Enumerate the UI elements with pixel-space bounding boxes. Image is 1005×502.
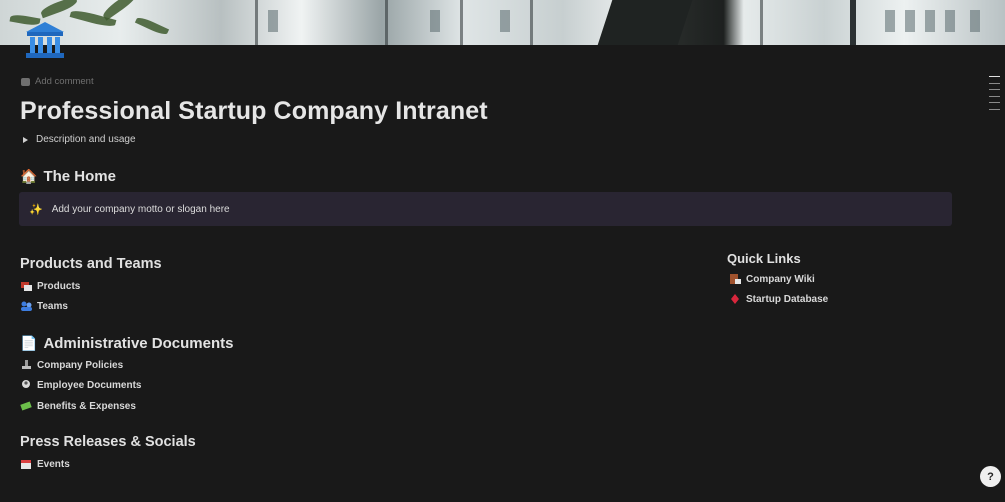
building-window — [905, 10, 915, 32]
cover-image[interactable] — [0, 0, 1005, 45]
link-products[interactable]: Products — [20, 280, 80, 292]
building-window — [970, 10, 980, 32]
window-frame — [850, 0, 856, 45]
help-button[interactable]: ? — [980, 466, 1001, 487]
link-label: Teams — [37, 300, 68, 312]
link-label: Company Wiki — [746, 273, 815, 285]
description-toggle[interactable]: Description and usage — [23, 134, 136, 145]
link-employee-documents[interactable]: Employee Documents — [20, 379, 141, 391]
building-window — [268, 10, 278, 32]
money-icon — [20, 400, 33, 412]
building-window — [430, 10, 440, 32]
building-window — [885, 10, 895, 32]
link-label: Products — [37, 280, 81, 292]
window-frame — [385, 0, 388, 45]
building-window — [945, 10, 955, 32]
comment-icon — [21, 77, 30, 86]
triangle-right-icon[interactable] — [23, 136, 28, 143]
people-icon — [20, 300, 33, 312]
callout-text: Add your company motto or slogan here — [51, 203, 230, 215]
admin-docs-heading: 📄 Administrative Documents — [20, 335, 233, 352]
window-frame — [760, 0, 763, 45]
toc-marker[interactable] — [989, 95, 1000, 97]
toc-marker[interactable] — [989, 76, 1000, 77]
link-company-wiki[interactable]: Company Wiki — [729, 273, 815, 285]
home-heading: 🏠 The Home — [20, 168, 116, 185]
window-frame — [255, 0, 258, 45]
add-comment-label: Add comment — [35, 76, 94, 87]
link-label: Events — [37, 458, 70, 470]
window-frame — [530, 0, 533, 45]
admin-docs-heading-text: Administrative Documents — [43, 335, 234, 352]
help-label: ? — [987, 470, 994, 483]
link-teams[interactable]: Teams — [20, 300, 68, 312]
diamond-icon — [729, 293, 742, 305]
person-doc-icon — [20, 379, 33, 391]
products-teams-heading: Products and Teams — [20, 256, 162, 272]
document-icon: 📄 — [20, 335, 38, 351]
toc-marker[interactable] — [989, 102, 1000, 103]
motto-callout[interactable]: ✨ Add your company motto or slogan here — [19, 192, 952, 226]
window-frame — [460, 0, 463, 45]
dark-column — [597, 0, 693, 45]
link-label: Startup Database — [746, 293, 829, 305]
wiki-book-icon — [729, 273, 742, 285]
building-window — [500, 10, 510, 32]
add-comment-button[interactable]: Add comment — [21, 76, 94, 87]
plant-leaf — [134, 15, 170, 37]
stamp-icon — [20, 359, 33, 371]
link-benefits-expenses[interactable]: Benefits & Expenses — [20, 400, 136, 412]
toc-marker[interactable] — [989, 108, 1000, 110]
table-of-contents[interactable] — [989, 76, 1000, 115]
link-label: Employee Documents — [37, 379, 142, 391]
page-title[interactable]: Professional Startup Company Intranet — [20, 97, 488, 126]
toc-marker[interactable] — [989, 89, 1000, 90]
quick-links-heading: Quick Links — [727, 251, 801, 266]
plant-leaf — [100, 0, 140, 21]
building-window — [925, 10, 935, 32]
link-events[interactable]: Events — [20, 458, 70, 470]
press-heading: Press Releases & Socials — [20, 434, 196, 450]
sparkles-icon: ✨ — [29, 203, 43, 216]
building-columns-icon[interactable] — [24, 20, 66, 62]
link-startup-database[interactable]: Startup Database — [729, 293, 828, 305]
toc-marker[interactable] — [989, 82, 1000, 84]
house-icon: 🏠 — [20, 168, 38, 184]
toggle-label: Description and usage — [36, 134, 136, 145]
calendar-icon — [20, 458, 33, 470]
home-heading-text: The Home — [43, 168, 116, 185]
link-label: Benefits & Expenses — [37, 400, 136, 412]
link-company-policies[interactable]: Company Policies — [20, 359, 123, 371]
boxes-icon — [20, 280, 33, 292]
link-label: Company Policies — [37, 359, 124, 371]
